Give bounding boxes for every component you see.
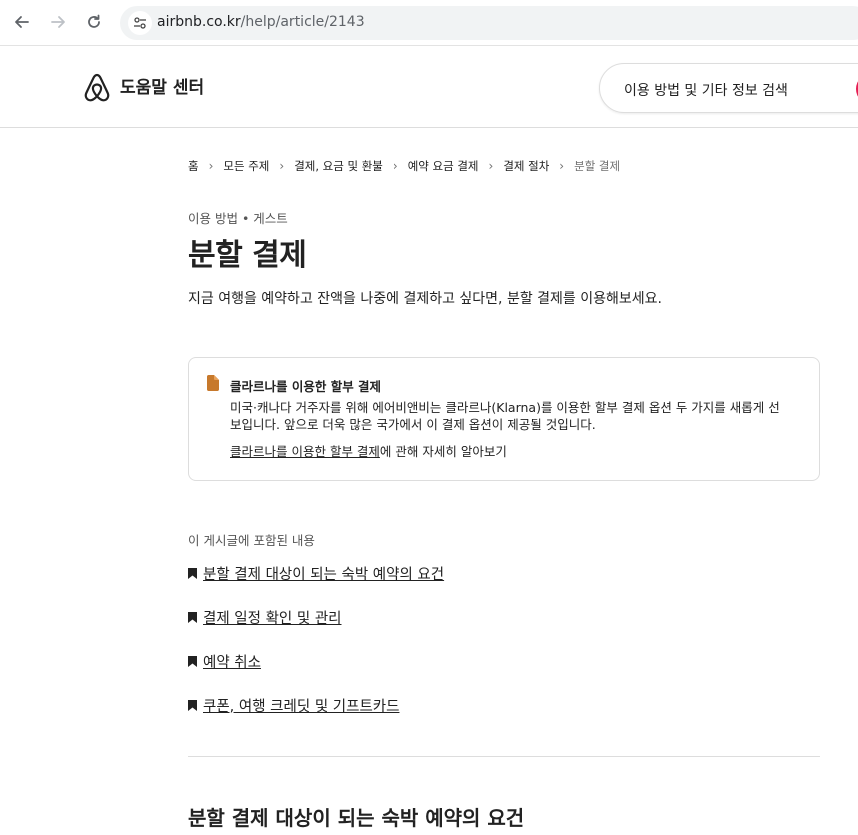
breadcrumb-current: 분할 결제 [574,159,621,173]
article-category: 이용 방법 • 게스트 [188,211,288,226]
breadcrumb-payments[interactable]: 결제, 요금 및 환불 [294,158,383,174]
chevron-right-icon: › [392,159,398,173]
section-divider [188,756,820,757]
forward-arrow-icon[interactable] [46,10,70,34]
bookmark-icon [188,699,197,711]
toc-label: 결제 일정 확인 및 관리 [203,610,342,627]
address-bar[interactable]: airbnb.co.kr/help/article/2143 [120,6,858,40]
klarna-learn-more-link[interactable]: 클라르나를 이용한 할부 결제 [230,444,380,459]
browser-toolbar: airbnb.co.kr/help/article/2143 [0,0,858,46]
url-text: airbnb.co.kr/help/article/2143 [157,14,365,30]
chevron-right-icon: › [279,159,285,173]
toc-link-coupons[interactable]: 쿠폰, 여행 크레딧 및 기프트카드 [188,695,399,715]
toc-link-schedule[interactable]: 결제 일정 확인 및 관리 [188,607,342,627]
klarna-notice-card: 클라르나를 이용한 할부 결제 미국·캐나다 거주자를 위해 에어비앤비는 클라… [188,357,820,481]
toc-link-eligibility[interactable]: 분할 결제 대상이 되는 숙박 예약의 요건 [188,563,444,583]
notice-link-suffix: 에 관해 자세히 알아보기 [379,444,507,459]
airbnb-logo-icon[interactable] [82,72,112,104]
bookmark-icon [188,655,197,667]
notice-title: 클라르나를 이용한 할부 결제 [230,379,382,394]
notice-body: 미국·캐나다 거주자를 위해 에어비앤비는 클라르나(Klarna)를 이용한 … [230,400,780,432]
site-header: 도움말 센터 이용 방법 및 기타 정보 검색 [0,46,858,128]
search-bar[interactable]: 이용 방법 및 기타 정보 검색 [599,63,858,113]
document-icon [207,375,219,391]
chevron-right-icon: › [488,159,494,173]
breadcrumb-all-topics[interactable]: 모든 주제 [223,158,269,174]
toc-heading: 이 게시글에 포함된 내용 [188,533,315,548]
breadcrumb-payment-process[interactable]: 결제 절차 [503,158,549,174]
bookmark-icon [188,567,197,579]
reload-icon[interactable] [82,10,106,34]
notice-link-line: 클라르나를 이용한 할부 결제에 관해 자세히 알아보기 [230,441,507,460]
breadcrumb: 홈 › 모든 주제 › 결제, 요금 및 환불 › 예약 요금 결제 › 결제 … [188,158,620,174]
url-host: airbnb.co.kr [157,14,241,30]
breadcrumb-home[interactable]: 홈 [188,158,199,174]
back-arrow-icon[interactable] [10,10,34,34]
article-lead: 지금 여행을 예약하고 잔액을 나중에 결제하고 싶다면, 분할 결제를 이용해… [188,291,662,307]
site-settings-icon[interactable] [128,11,152,35]
search-placeholder: 이용 방법 및 기타 정보 검색 [624,83,788,99]
section-title: 분할 결제 대상이 되는 숙박 예약의 요건 [188,806,525,830]
chevron-right-icon: › [208,159,214,173]
chevron-right-icon: › [559,159,565,173]
toc-label: 분할 결제 대상이 되는 숙박 예약의 요건 [203,566,445,583]
toc-label: 예약 취소 [203,654,261,671]
url-path: /help/article/2143 [240,14,365,30]
help-center-brand[interactable]: 도움말 센터 [120,73,204,98]
breadcrumb-booking-payments[interactable]: 예약 요금 결제 [408,158,479,174]
bookmark-icon [188,611,197,623]
page-title: 분할 결제 [188,238,307,273]
toc-label: 쿠폰, 여행 크레딧 및 기프트카드 [203,698,400,715]
toc-link-cancellation[interactable]: 예약 취소 [188,651,261,671]
